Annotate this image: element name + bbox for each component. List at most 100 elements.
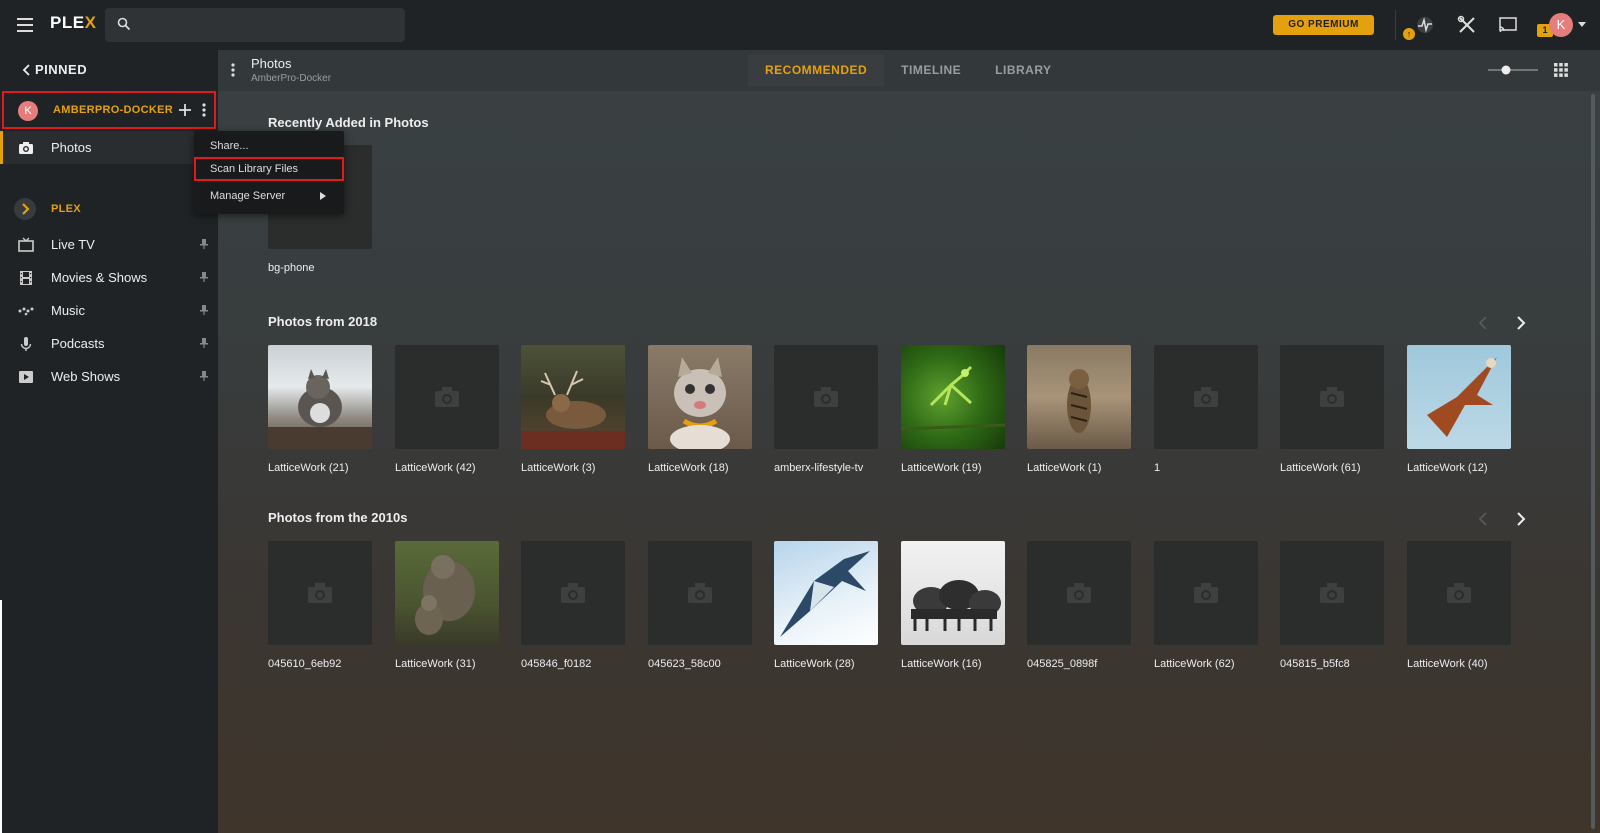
pin-icon[interactable] bbox=[199, 370, 209, 382]
photo-label[interactable]: LatticeWork (3) bbox=[521, 462, 595, 474]
photo-card[interactable]: LatticeWork (1) bbox=[1027, 345, 1131, 474]
photo-card[interactable]: LatticeWork (62) bbox=[1154, 541, 1258, 670]
photo-card[interactable]: 045815_b5fc8 bbox=[1280, 541, 1384, 670]
section-title-recently-added[interactable]: Recently Added in Photos bbox=[268, 115, 429, 130]
pinned-label: PINNED bbox=[35, 62, 88, 77]
sidebar-item-photos[interactable]: Photos bbox=[0, 131, 218, 164]
photo-label[interactable]: 045610_6eb92 bbox=[268, 658, 341, 670]
plex-section-label: PLEX bbox=[51, 203, 81, 215]
photo-thumbnail bbox=[901, 541, 1005, 645]
photo-card[interactable]: LatticeWork (12) bbox=[1407, 345, 1511, 474]
tab-recommended[interactable]: RECOMMENDED bbox=[748, 54, 885, 86]
zoom-slider[interactable] bbox=[1488, 65, 1558, 75]
search-box[interactable] bbox=[105, 8, 405, 42]
pinned-back-button[interactable]: PINNED bbox=[22, 62, 87, 77]
more-vertical-icon[interactable] bbox=[229, 61, 237, 79]
pin-icon[interactable] bbox=[199, 238, 209, 250]
main-content: Photos AmberPro-Docker RECOMMENDED TIMEL… bbox=[218, 50, 1600, 833]
photo-label[interactable]: 045846_f0182 bbox=[521, 658, 591, 670]
photo-card[interactable]: amberx-lifestyle-tv bbox=[774, 345, 878, 474]
section-title-2018[interactable]: Photos from 2018 bbox=[268, 314, 377, 329]
menu-icon[interactable] bbox=[16, 15, 36, 35]
photo-label[interactable]: LatticeWork (28) bbox=[774, 658, 855, 670]
activity-icon[interactable] bbox=[1414, 14, 1436, 36]
photo-card[interactable]: LatticeWork (28) bbox=[774, 541, 878, 670]
chevron-right-icon[interactable] bbox=[1514, 314, 1528, 332]
photo-card[interactable]: 045623_58c00 bbox=[648, 541, 752, 670]
sidebar-item-podcasts[interactable]: Podcasts bbox=[0, 327, 218, 360]
pin-icon[interactable] bbox=[199, 337, 209, 349]
search-icon bbox=[117, 17, 131, 31]
photo-card[interactable]: LatticeWork (31) bbox=[395, 541, 499, 670]
photo-label[interactable]: bg-phone bbox=[268, 262, 315, 274]
camera-placeholder-icon bbox=[1319, 582, 1345, 604]
photo-card[interactable]: 1 bbox=[1154, 345, 1258, 474]
photo-label[interactable]: LatticeWork (61) bbox=[1280, 462, 1361, 474]
logo-x: X bbox=[84, 13, 97, 32]
library-header: Photos AmberPro-Docker RECOMMENDED TIMEL… bbox=[218, 50, 1600, 91]
cast-icon[interactable] bbox=[1497, 14, 1519, 36]
photo-card[interactable]: 045610_6eb92 bbox=[268, 541, 372, 670]
photo-card[interactable]: LatticeWork (3) bbox=[521, 345, 625, 474]
photo-card[interactable]: 045825_0898f bbox=[1027, 541, 1131, 670]
search-input[interactable] bbox=[143, 8, 393, 42]
more-vertical-icon[interactable] bbox=[198, 101, 210, 119]
chevron-left-icon[interactable] bbox=[1476, 510, 1490, 528]
photo-label[interactable]: LatticeWork (21) bbox=[268, 462, 349, 474]
tab-library[interactable]: LIBRARY bbox=[978, 54, 1068, 86]
chevron-down-icon[interactable] bbox=[1578, 22, 1586, 28]
photo-label[interactable]: LatticeWork (40) bbox=[1407, 658, 1488, 670]
plus-icon[interactable] bbox=[176, 101, 194, 119]
photo-label[interactable]: LatticeWork (31) bbox=[395, 658, 476, 670]
sidebar-item-movies-shows[interactable]: Movies & Shows bbox=[0, 261, 218, 294]
chevron-right-icon[interactable] bbox=[1514, 510, 1528, 528]
menu-item-scan-library-files[interactable]: Scan Library Files bbox=[194, 157, 344, 181]
photo-thumbnail bbox=[521, 541, 625, 645]
caret-right-icon bbox=[320, 192, 326, 200]
user-avatar[interactable]: K bbox=[1549, 13, 1573, 37]
photo-label[interactable]: amberx-lifestyle-tv bbox=[774, 462, 863, 474]
photo-label[interactable]: 045815_b5fc8 bbox=[1280, 658, 1350, 670]
pin-icon[interactable] bbox=[199, 271, 209, 283]
photo-label[interactable]: LatticeWork (62) bbox=[1154, 658, 1235, 670]
photo-card[interactable]: LatticeWork (18) bbox=[648, 345, 752, 474]
grid-view-icon[interactable] bbox=[1554, 63, 1568, 77]
sidebar-item-web-shows[interactable]: Web Shows bbox=[0, 360, 218, 393]
chevron-left-icon[interactable] bbox=[1476, 314, 1490, 332]
sidebar-item-live-tv[interactable]: Live TV bbox=[0, 228, 218, 261]
photo-card[interactable]: LatticeWork (19) bbox=[901, 345, 1005, 474]
sidebar-item-music[interactable]: Music bbox=[0, 294, 218, 327]
menu-item-manage-server[interactable]: Manage Server bbox=[194, 184, 344, 208]
tab-timeline[interactable]: TIMELINE bbox=[884, 54, 978, 86]
section-title-2010s[interactable]: Photos from the 2010s bbox=[268, 510, 407, 525]
page-subtitle: AmberPro-Docker bbox=[251, 73, 332, 84]
photo-label[interactable]: LatticeWork (42) bbox=[395, 462, 476, 474]
menu-item-label: Manage Server bbox=[210, 190, 286, 202]
photo-card[interactable]: LatticeWork (42) bbox=[395, 345, 499, 474]
photo-label[interactable]: LatticeWork (1) bbox=[1027, 462, 1101, 474]
photo-label[interactable]: 1 bbox=[1154, 462, 1160, 474]
photo-label[interactable]: 045825_0898f bbox=[1027, 658, 1097, 670]
go-premium-button[interactable]: GO PREMIUM bbox=[1273, 15, 1374, 35]
photo-label[interactable]: LatticeWork (19) bbox=[901, 462, 982, 474]
pin-icon[interactable] bbox=[199, 304, 209, 316]
main-scrollbar[interactable] bbox=[1591, 94, 1595, 829]
photo-label[interactable]: 045623_58c00 bbox=[648, 658, 721, 670]
photo-label[interactable]: LatticeWork (12) bbox=[1407, 462, 1488, 474]
photo-label[interactable]: LatticeWork (16) bbox=[901, 658, 982, 670]
photo-card[interactable]: LatticeWork (40) bbox=[1407, 541, 1511, 670]
photo-card[interactable]: LatticeWork (21) bbox=[268, 345, 372, 474]
camera-placeholder-icon bbox=[687, 582, 713, 604]
settings-icon[interactable] bbox=[1456, 14, 1478, 36]
server-row[interactable]: K AMBERPRO-DOCKER bbox=[2, 91, 216, 129]
photo-card[interactable]: 045846_f0182 bbox=[521, 541, 625, 670]
photo-thumbnail bbox=[774, 541, 878, 645]
photo-card[interactable]: LatticeWork (61) bbox=[1280, 345, 1384, 474]
plex-logo[interactable]: PLEX bbox=[50, 13, 96, 33]
photo-thumbnail bbox=[395, 345, 499, 449]
photo-label[interactable]: LatticeWork (18) bbox=[648, 462, 729, 474]
photo-thumbnail bbox=[1280, 345, 1384, 449]
menu-item-share[interactable]: Share... bbox=[194, 134, 344, 158]
photo-thumbnail bbox=[774, 345, 878, 449]
photo-card[interactable]: LatticeWork (16) bbox=[901, 541, 1005, 670]
